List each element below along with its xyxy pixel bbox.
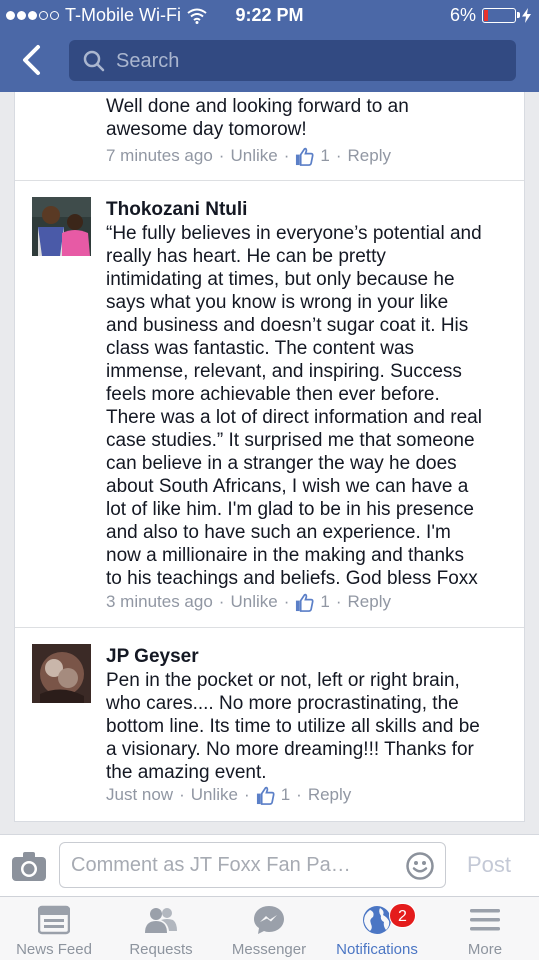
nav-row: Search [0, 32, 539, 90]
comment-time[interactable]: 3 minutes ago [106, 592, 213, 612]
like-count[interactable]: 1 [320, 146, 329, 166]
reply-link[interactable]: Reply [308, 785, 351, 805]
avatar[interactable] [32, 197, 91, 256]
tab-label: Notifications [336, 941, 418, 958]
comment-item: JP Geyser Pen in the pocket or not, left… [15, 628, 524, 821]
separator: · [179, 785, 185, 804]
reply-link[interactable]: Reply [348, 592, 391, 612]
search-placeholder: Search [116, 50, 180, 72]
avatar[interactable] [32, 644, 91, 703]
like-count[interactable]: 1 [281, 785, 290, 805]
tab-label: News Feed [16, 941, 92, 958]
separator: · [296, 785, 302, 804]
back-button[interactable] [18, 44, 48, 76]
separator: · [218, 592, 225, 611]
status-bar: T-Mobile Wi-Fi 9:22 PM 6% [0, 0, 539, 32]
unlike-link[interactable]: Unlike [191, 785, 238, 805]
comment-time[interactable]: Just now [106, 785, 173, 805]
status-right: 6% [450, 5, 531, 26]
thumbs-up-icon [296, 593, 314, 612]
tab-requests[interactable]: Requests [107, 897, 215, 960]
comment-author[interactable]: Thokozani Ntuli [106, 199, 247, 221]
comment-meta: Just now · Unlike · 1 · Reply [106, 785, 351, 805]
globe-icon [363, 906, 391, 934]
search-icon [83, 50, 105, 72]
comment-text: “He fully believes in everyone’s potenti… [106, 223, 482, 589]
tab-bar: News Feed Requests Messenger Notificatio… [0, 896, 539, 960]
tab-label: Requests [129, 941, 193, 958]
camera-icon [12, 852, 46, 881]
tab-label: Messenger [231, 941, 307, 958]
friend-requests-icon [145, 908, 177, 933]
comment-composer: Comment as JT Foxx Fan Pa… Post [0, 834, 539, 896]
separator: · [218, 146, 225, 165]
charging-icon [522, 8, 531, 23]
tab-messenger[interactable]: Messenger [215, 897, 323, 960]
comment-time[interactable]: 7 minutes ago [106, 146, 213, 166]
comment-text: Pen in the pocket or not, left or right … [106, 670, 480, 783]
comment-meta: 3 minutes ago · Unlike · 1 · Reply [106, 592, 391, 612]
separator: · [283, 592, 290, 611]
separator: · [335, 592, 342, 611]
comment-placeholder: Comment as JT Foxx Fan Pa… [71, 854, 351, 876]
comment-meta: 7 minutes ago · Unlike · 1 · Reply [106, 146, 391, 166]
thumbs-up-icon [296, 147, 314, 166]
news-feed-icon [38, 905, 70, 935]
search-input[interactable]: Search [69, 40, 516, 81]
messenger-icon [254, 906, 284, 934]
reply-link[interactable]: Reply [348, 146, 391, 166]
like-count[interactable]: 1 [320, 592, 329, 612]
battery-icon [482, 8, 520, 23]
comment-input[interactable]: Comment as JT Foxx Fan Pa… [59, 842, 446, 888]
tab-news-feed[interactable]: News Feed [0, 897, 108, 960]
tab-notifications[interactable]: Notifications [323, 897, 431, 960]
separator: · [335, 146, 342, 165]
thumbs-up-icon [256, 786, 275, 805]
unlike-link[interactable]: Unlike [230, 592, 277, 612]
unlike-link[interactable]: Unlike [230, 146, 277, 166]
comment-text: Well done and looking forward to an awes… [106, 96, 409, 140]
emoji-icon[interactable] [405, 851, 435, 881]
camera-button[interactable] [10, 848, 48, 884]
tab-label: More [467, 941, 503, 958]
separator: · [244, 785, 250, 804]
comment-item: Thokozani Ntuli “He fully believes in ev… [15, 181, 524, 627]
hamburger-icon [470, 909, 500, 931]
back-chevron-icon [23, 45, 40, 75]
battery-percent: 6% [449, 5, 476, 25]
notification-badge: 2 [389, 903, 416, 928]
comments-card: Well done and looking forward to an awes… [14, 92, 525, 822]
header: T-Mobile Wi-Fi 9:22 PM 6% Search [0, 0, 539, 92]
comment-author[interactable]: JP Geyser [106, 646, 199, 668]
tab-more[interactable]: More [431, 897, 539, 960]
post-button[interactable]: Post [467, 852, 511, 878]
separator: · [283, 146, 290, 165]
comment-item: Well done and looking forward to an awes… [15, 92, 524, 180]
